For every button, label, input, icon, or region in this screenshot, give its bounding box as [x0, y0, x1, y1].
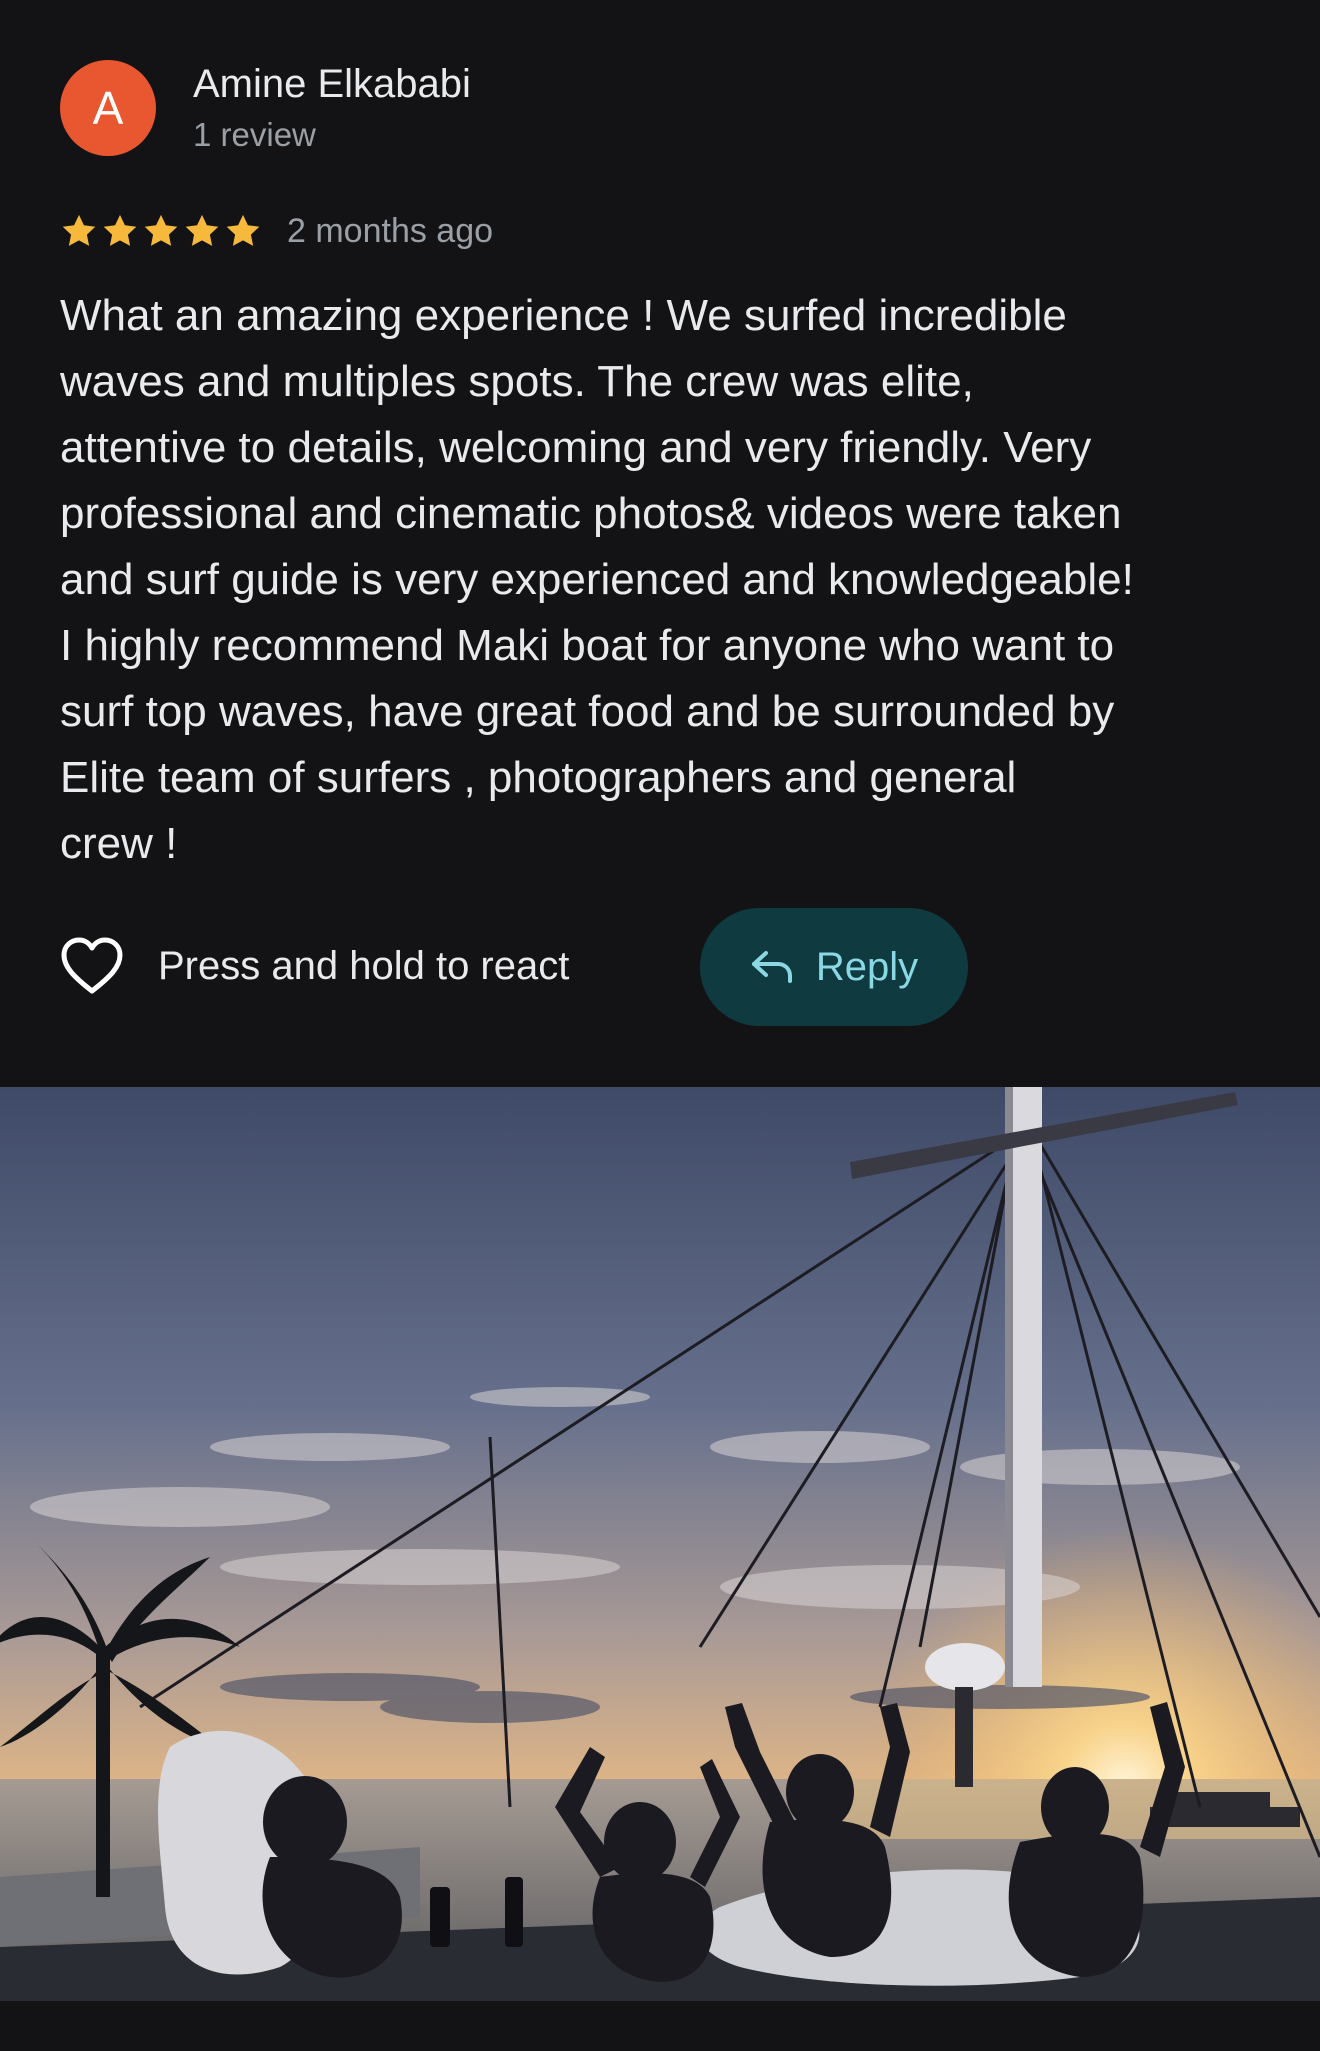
review-date: 2 months ago [287, 211, 494, 250]
star-icon [103, 214, 137, 246]
star-icon [185, 214, 219, 246]
reply-arrow-icon [751, 951, 792, 983]
author-review-count: 1 review [193, 116, 316, 153]
review-photo[interactable] [0, 1087, 1320, 2001]
react-button[interactable]: Press and hold to react [60, 930, 569, 1002]
avatar-initial: A [92, 82, 124, 134]
rating-row: 2 months ago [60, 206, 493, 256]
avatar[interactable]: A [60, 60, 156, 156]
heart-icon[interactable] [60, 936, 124, 996]
reply-button[interactable]: Reply [700, 908, 968, 1026]
react-label: Press and hold to react [158, 943, 570, 988]
star-icon [62, 214, 96, 246]
review-text: What an amazing experience ! We surfed i… [60, 291, 1134, 868]
star-icon [144, 214, 178, 246]
star-icon [226, 214, 260, 246]
reply-label: Reply [815, 944, 919, 989]
author-name[interactable]: Amine Elkababi [193, 62, 471, 107]
star-rating [60, 212, 265, 250]
sunset-boat-deck-photo [0, 1087, 1320, 2001]
